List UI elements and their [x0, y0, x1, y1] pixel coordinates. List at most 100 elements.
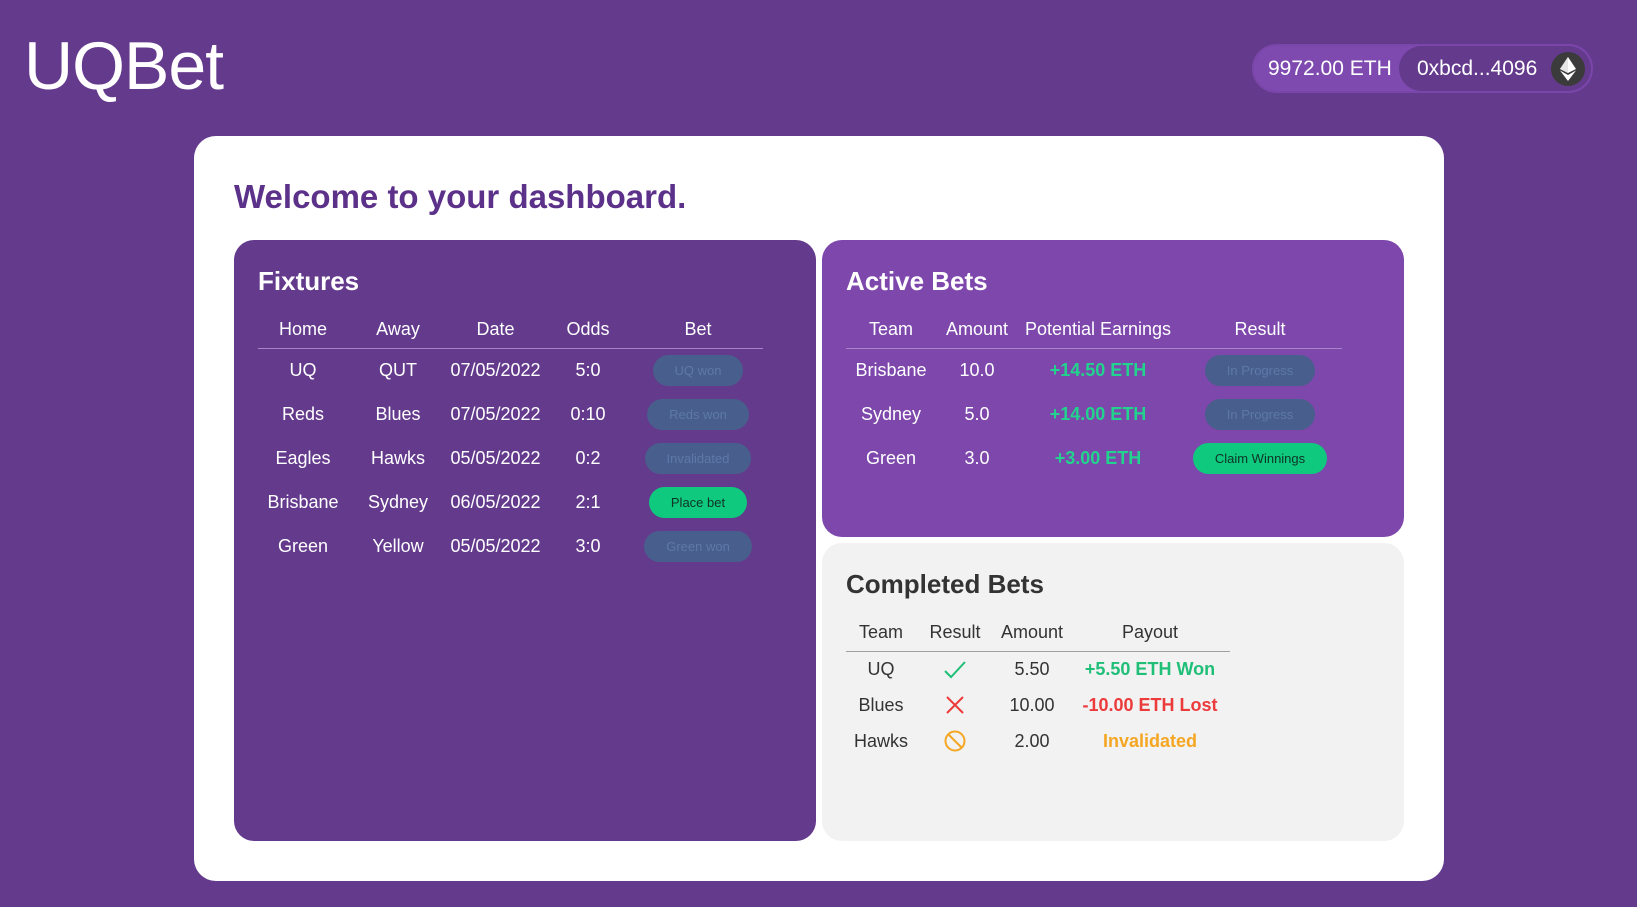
potential-earnings: +3.00 ETH	[1054, 447, 1142, 468]
check-icon	[944, 661, 966, 679]
prohibited-icon	[944, 730, 966, 752]
bet-amount: 10.00	[1009, 694, 1055, 715]
fixture-date: 06/05/2022	[450, 491, 541, 512]
home-team: Brisbane	[267, 491, 339, 512]
table-row: Green 3.0 +3.00 ETH Claim Winnings	[846, 436, 1342, 480]
result-cell	[916, 723, 994, 759]
fixtures-panel: Fixtures Home Away Date Odds Bet UQ QUT	[234, 240, 816, 841]
bet-amount: 2.00	[1014, 730, 1050, 751]
table-row: Brisbane Sydney 06/05/2022 2:1 Place bet	[258, 480, 763, 524]
away-team: Yellow	[372, 535, 424, 556]
bet-team: Sydney	[860, 403, 922, 424]
bet-amount: 10.0	[959, 359, 995, 380]
column-header: Team	[846, 312, 936, 349]
wallet-address-button[interactable]: 0xbcd...4096	[1399, 46, 1591, 91]
home-team: Eagles	[275, 447, 331, 468]
bet-cell: Place bet	[633, 480, 763, 524]
table-row: Reds Blues 07/05/2022 0:10 Reds won	[258, 392, 763, 436]
column-header: Result	[916, 615, 994, 652]
column-header: Amount	[994, 615, 1070, 652]
active-bets-table: Team Amount Potential Earnings Result Br…	[846, 312, 1342, 480]
bet-status-button[interactable]: UQ won	[652, 354, 744, 386]
column-header: Team	[846, 615, 916, 652]
page-title: Welcome to your dashboard.	[234, 178, 687, 215]
dashboard-card: Welcome to your dashboard. Fixtures Home…	[194, 136, 1444, 881]
ethereum-icon	[1551, 51, 1585, 86]
table-row: Green Yellow 05/05/2022 3:0 Green won	[258, 524, 763, 568]
table-row: Blues 10.00 -10.00 ETH Lost	[846, 687, 1230, 723]
fixtures-title: Fixtures	[258, 266, 360, 296]
fixture-odds: 0:10	[570, 403, 606, 424]
fixture-odds: 3:0	[575, 535, 601, 556]
bet-team: Blues	[858, 694, 904, 715]
completed-bets-table: Team Result Amount Payout UQ 5.50 +5.50 …	[846, 615, 1230, 759]
table-row: UQ 5.50 +5.50 ETH Won	[846, 651, 1230, 687]
table-row: UQ QUT 07/05/2022 5:0 UQ won	[258, 348, 763, 392]
place-bet-button[interactable]: Place bet	[648, 486, 748, 518]
column-header: Bet	[633, 312, 763, 349]
bet-team: Hawks	[853, 730, 908, 751]
app-root: UQBet 9972.00 ETH 0xbcd...4096 Welcome t…	[0, 0, 1637, 907]
payout: -10.00 ETH Lost	[1082, 694, 1218, 715]
bet-status-button[interactable]: Green won	[644, 530, 752, 562]
app-logo: UQBet	[24, 28, 224, 104]
bet-cell: Invalidated	[633, 436, 763, 480]
fixture-odds: 2:1	[575, 491, 601, 512]
bet-team: Green	[865, 447, 917, 468]
fixture-date: 05/05/2022	[450, 535, 541, 556]
bet-team: Brisbane	[855, 359, 927, 380]
bet-team: UQ	[867, 658, 895, 679]
bet-amount: 5.0	[964, 403, 990, 424]
potential-earnings: +14.50 ETH	[1049, 359, 1147, 380]
bet-cell: Green won	[633, 524, 763, 568]
column-header: Home	[258, 312, 348, 349]
claim-winnings-button[interactable]: Claim Winnings	[1192, 442, 1328, 474]
active-bets-panel: Active Bets Team Amount Potential Earnin…	[822, 240, 1404, 537]
column-header: Date	[448, 312, 543, 349]
result-cell: Claim Winnings	[1178, 436, 1342, 480]
fixture-date: 07/05/2022	[450, 359, 541, 380]
wallet-widget[interactable]: 9972.00 ETH 0xbcd...4096	[1252, 44, 1593, 93]
column-header: Potential Earnings	[1018, 312, 1178, 349]
table-header-row: Home Away Date Odds Bet	[258, 312, 763, 349]
table-row: Hawks 2.00 Invalidated	[846, 723, 1230, 759]
fixture-odds: 5:0	[575, 359, 601, 380]
potential-earnings: +14.00 ETH	[1049, 403, 1147, 424]
away-team: Sydney	[367, 491, 429, 512]
bet-amount: 5.50	[1014, 658, 1050, 679]
away-team: Blues	[375, 403, 421, 424]
fixtures-table: Home Away Date Odds Bet UQ QUT 07/05/202…	[258, 312, 763, 568]
home-team: Reds	[281, 403, 325, 424]
column-header: Odds	[543, 312, 633, 349]
home-team: UQ	[289, 359, 317, 380]
table-row: Sydney 5.0 +14.00 ETH In Progress	[846, 392, 1342, 436]
away-team: QUT	[379, 359, 417, 380]
table-header-row: Team Amount Potential Earnings Result	[846, 312, 1342, 349]
column-header: Payout	[1070, 615, 1230, 652]
wallet-balance: 9972.00 ETH	[1268, 56, 1392, 80]
away-team: Hawks	[370, 447, 425, 468]
completed-bets-title: Completed Bets	[846, 569, 1044, 599]
bet-status-button[interactable]: Invalidated	[644, 442, 752, 474]
in-progress-button[interactable]: In Progress	[1204, 398, 1316, 430]
column-header: Amount	[936, 312, 1018, 349]
completed-bets-panel: Completed Bets Team Result Amount Payout…	[822, 543, 1404, 841]
cross-icon	[946, 696, 964, 714]
result-cell	[916, 687, 994, 723]
result-cell: In Progress	[1178, 392, 1342, 436]
fixture-odds: 0:2	[575, 447, 601, 468]
result-cell	[916, 651, 994, 687]
active-bets-title: Active Bets	[846, 266, 988, 296]
in-progress-button[interactable]: In Progress	[1204, 354, 1316, 386]
payout: Invalidated	[1102, 730, 1198, 751]
home-team: Green	[277, 535, 329, 556]
fixture-date: 07/05/2022	[450, 403, 541, 424]
result-cell: In Progress	[1178, 348, 1342, 392]
bet-status-button[interactable]: Reds won	[647, 398, 749, 430]
column-header: Away	[348, 312, 448, 349]
table-header-row: Team Result Amount Payout	[846, 615, 1230, 652]
table-row: Brisbane 10.0 +14.50 ETH In Progress	[846, 348, 1342, 392]
column-header: Result	[1178, 312, 1342, 349]
bet-cell: Reds won	[633, 392, 763, 436]
bet-cell: UQ won	[633, 348, 763, 392]
